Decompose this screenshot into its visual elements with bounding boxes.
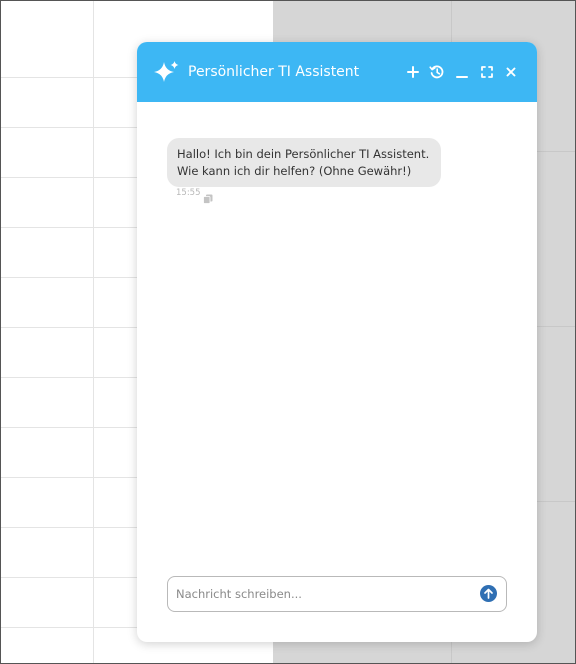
assistant-message-bubble: Hallo! Ich bin dein Persönlicher TI Assi… [167,138,441,187]
plus-icon [405,64,421,80]
new-chat-button[interactable] [405,64,421,80]
send-button[interactable] [480,585,497,602]
expand-button[interactable] [479,64,495,80]
close-button[interactable] [503,64,519,80]
message-timestamp: 15:55 [176,188,201,198]
message-input[interactable] [176,577,472,611]
history-button[interactable] [429,64,445,80]
sparkle-icon [154,59,180,85]
minimize-button[interactable] [454,64,470,80]
chat-window: Persönlicher TI Assistent Hallo! Ich bin… [137,42,537,642]
chat-header: Persönlicher TI Assistent [137,42,537,102]
copy-icon[interactable] [203,189,213,204]
history-icon [429,64,445,80]
expand-icon [479,64,495,80]
close-icon [503,64,519,80]
minimize-icon [454,64,470,80]
chat-title: Persönlicher TI Assistent [188,64,360,80]
message-input-box [167,576,507,612]
grid-line [93,1,94,663]
